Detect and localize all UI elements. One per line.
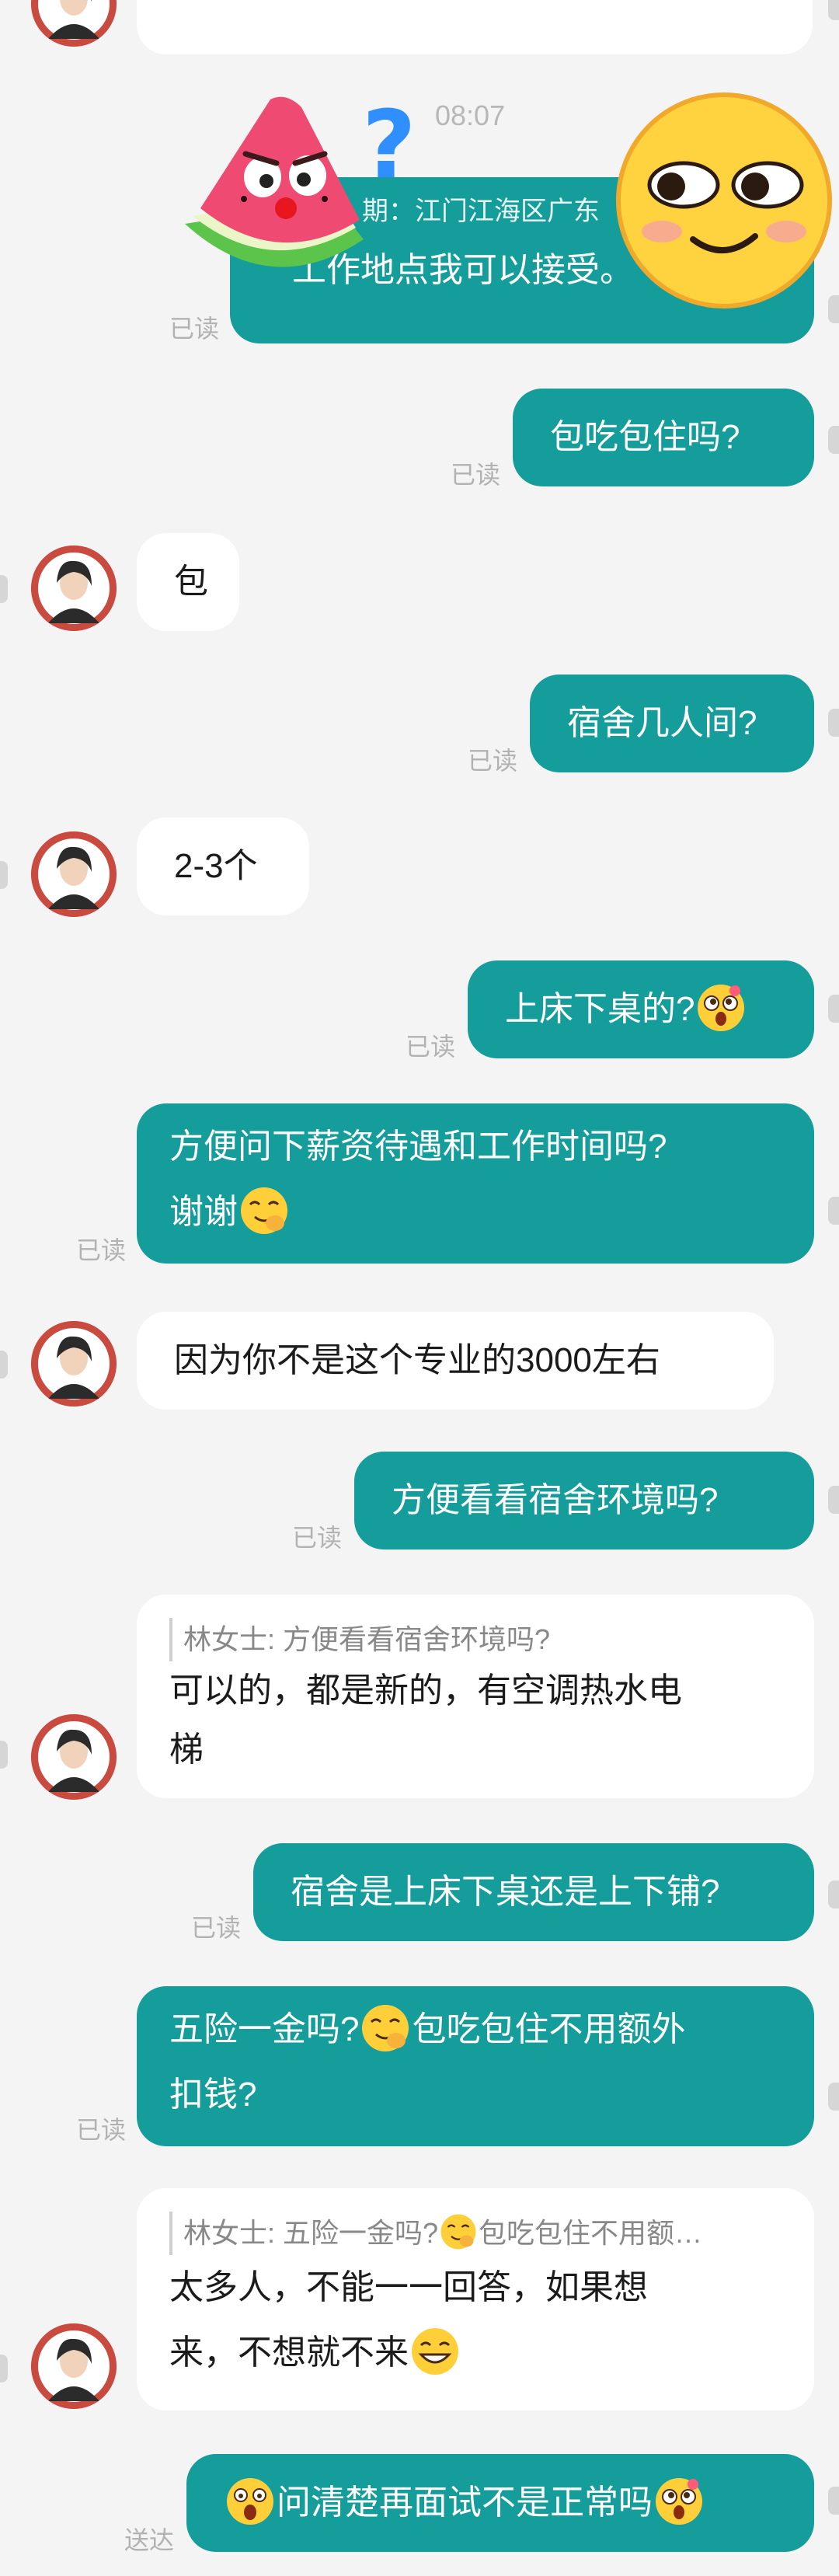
hand-on-mouth-emoji-icon xyxy=(239,1186,289,1236)
avatar[interactable] xyxy=(31,0,117,47)
message-text-line1a: 五险一金吗? xyxy=(169,2010,360,2048)
surprised-emoji-icon xyxy=(696,983,746,1033)
message-text-line2: 扣钱? xyxy=(169,2076,257,2114)
read-status: 已读 xyxy=(169,315,219,343)
message-text-line1: 可以的，都是新的，有空调热水电 xyxy=(169,1671,682,1710)
message-outgoing[interactable]: 方便看看宿舍环境吗? xyxy=(354,1452,814,1549)
read-status: 已读 xyxy=(467,747,517,775)
message-outgoing[interactable]: 上床下桌的? xyxy=(468,960,814,1058)
avatar[interactable] xyxy=(31,1714,117,1800)
read-status: 已读 xyxy=(405,1033,455,1061)
message-text: 宿舍是上床下桌还是上下铺? xyxy=(291,1873,720,1911)
message-text: 宿舍几人间? xyxy=(567,704,757,742)
message-incoming[interactable]: 2-3个 xyxy=(137,817,309,915)
hand-on-mouth-emoji-icon xyxy=(440,2213,477,2250)
message-incoming[interactable]: 因为你不是这个专业的3000左右 xyxy=(137,1312,774,1410)
partial-message[interactable] xyxy=(137,0,813,54)
avatar[interactable] xyxy=(31,831,117,917)
message-incoming[interactable]: 包 xyxy=(137,533,239,631)
message-outgoing[interactable]: 宿舍几人间? xyxy=(530,675,814,772)
message-outgoing[interactable]: 宿舍是上床下桌还是上下铺? xyxy=(253,1843,814,1941)
message-incoming[interactable]: 林女士: 方便看看宿舍环境吗? 可以的，都是新的，有空调热水电 梯 xyxy=(137,1595,814,1798)
message-text: 2-3个 xyxy=(174,847,258,885)
surprised-emoji-icon xyxy=(225,2477,275,2526)
message-text-line1: 太多人，不能一一回答，如果想 xyxy=(169,2268,648,2306)
read-status: 已读 xyxy=(75,1236,126,1264)
message-outgoing[interactable]: 问清楚再面试不是正常吗 xyxy=(186,2454,814,2552)
avatar[interactable] xyxy=(31,546,117,631)
read-status: 已读 xyxy=(75,2116,126,2144)
avatar[interactable] xyxy=(31,2323,117,2409)
quoted-text-a: 林女士: 五险一金吗? xyxy=(183,2217,439,2249)
message-text-line1: 方便问下薪资待遇和工作时间吗? xyxy=(169,1128,667,1166)
quoted-text-b: 包吃包住不用额… xyxy=(479,2217,703,2249)
message-text-line1b: 包吃包住不用额外 xyxy=(412,2010,686,2048)
message-text-line2: 谢谢 xyxy=(169,1193,238,1231)
watermelon-question-sticker[interactable]: ? xyxy=(177,92,433,286)
message-text: 包吃包住吗? xyxy=(550,418,740,456)
message-outgoing[interactable]: 包吃包住吗? xyxy=(513,389,814,486)
quoted-text: 林女士: 方便看看宿舍环境吗? xyxy=(169,1618,782,1661)
hand-on-mouth-emoji-icon xyxy=(360,2003,410,2053)
message-text-line2: 梯 xyxy=(169,1731,204,1769)
message-text: 上床下桌的? xyxy=(505,990,695,1028)
read-status: 已读 xyxy=(450,461,500,489)
message-text: 问清楚再面试不是正常吗 xyxy=(277,2484,653,2522)
message-outgoing[interactable]: 五险一金吗? 包吃包住不用额外 扣钱? xyxy=(137,1986,814,2146)
message-text: 因为你不是这个专业的3000左右 xyxy=(174,1341,660,1379)
surprised-emoji-icon xyxy=(654,2477,704,2526)
avatar[interactable] xyxy=(31,1321,117,1407)
message-text-line2: 来，不想就不来 xyxy=(169,2334,409,2372)
read-status: 已读 xyxy=(291,1524,342,1552)
timestamp: 08:07 xyxy=(435,99,506,131)
message-incoming[interactable]: 林女士: 五险一金吗? 包吃包住不用额… 太多人，不能一一回答，如果想 来，不想就… xyxy=(137,2188,814,2410)
message-text: 方便看看宿舍环境吗? xyxy=(392,1481,719,1519)
delivery-status: 送达 xyxy=(124,2526,174,2554)
grinning-emoji-icon xyxy=(410,2327,460,2376)
svg-text:?: ? xyxy=(362,92,416,200)
smirk-emoji-sticker[interactable] xyxy=(615,92,833,309)
message-outgoing[interactable]: 方便问下薪资待遇和工作时间吗? 谢谢 xyxy=(137,1103,814,1264)
read-status: 已读 xyxy=(190,1914,241,1942)
message-text: 包 xyxy=(174,563,208,601)
